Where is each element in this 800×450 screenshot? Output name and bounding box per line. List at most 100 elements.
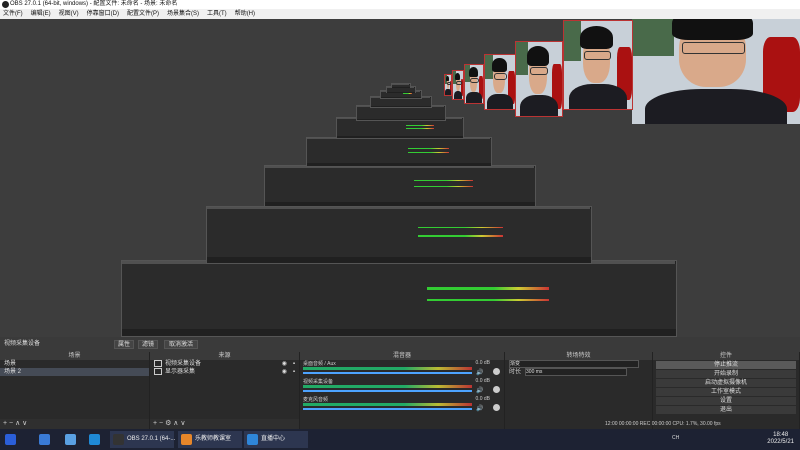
nested-taskbar	[381, 97, 421, 98]
nested-level-meter	[413, 180, 473, 182]
sources-toolbar[interactable]: + − ⚙ ∧ ∨	[150, 419, 299, 429]
webcam-feed	[444, 74, 452, 96]
nested-level-meter	[418, 235, 503, 237]
person-hair	[469, 67, 478, 78]
person-hair	[446, 76, 450, 82]
sources-header: 来源	[150, 352, 299, 360]
volume-slider[interactable]	[303, 372, 472, 374]
taskbar-app[interactable]: OBS 27.0.1 (64-...	[110, 431, 175, 448]
source-name: 视频采集设备	[165, 361, 202, 368]
menu-item[interactable]: 编辑(E)	[31, 11, 51, 17]
mixer-channel: 桌面音频 / Aux 0.0 dB 🔊	[300, 360, 504, 378]
volume-slider[interactable]	[303, 408, 472, 410]
taskbar-app[interactable]	[36, 431, 58, 448]
taskbar-app[interactable]	[2, 431, 30, 448]
person-glasses	[529, 67, 549, 76]
nested-taskbar	[387, 91, 415, 92]
lock-icon[interactable]: ▪	[293, 368, 295, 376]
obs-icon	[113, 434, 124, 445]
dock-area: 场景 场景 场景 2 + − ∧ ∨ 来源 视频采集设备 ◉ ▪ 显示器采集 ◉ ▪ + −…	[0, 352, 800, 429]
transitions-header: 转场特效	[505, 352, 652, 360]
menu-item[interactable]: 工具(T)	[207, 11, 227, 17]
gear-icon[interactable]	[493, 368, 500, 375]
nested-taskbar	[357, 118, 445, 120]
system-clock[interactable]: 18:48 2022/5/21	[767, 432, 794, 446]
speaker-icon[interactable]: 🔊	[476, 405, 484, 412]
gear-icon[interactable]	[493, 386, 500, 393]
taskbar-app-label: 乐教师教课室	[195, 436, 232, 442]
person-hair	[672, 19, 753, 40]
taskbar-app[interactable]: 乐教师教课室	[178, 431, 242, 448]
channel-label: 视频采集设备	[303, 379, 334, 385]
mixer-dock: 混音器 桌面音频 / Aux 0.0 dB 🔊 视频采集设备 0.0 dB 🔊 麦克风音频 0…	[300, 352, 505, 429]
window-title: OBS 27.0.1 (64-bit, windows) - 配置文件: 未命名…	[10, 1, 178, 7]
menu-item[interactable]: 停靠窗口(D)	[87, 11, 119, 17]
camera-icon	[154, 360, 162, 367]
channel-db: 0.0 dB	[475, 360, 490, 366]
sources-dock: 来源 视频采集设备 ◉ ▪ 显示器采集 ◉ ▪ + − ⚙ ∧ ∨	[150, 352, 300, 429]
teacher-app-icon	[181, 434, 192, 445]
menu-item[interactable]: 帮助(H)	[235, 11, 255, 17]
control-button[interactable]: 停止推流	[656, 361, 796, 369]
taskbar-app[interactable]	[86, 431, 108, 448]
channel-db: 0.0 dB	[475, 396, 490, 402]
transition-select[interactable]: 渐变	[505, 360, 652, 368]
webcam-feed	[515, 41, 563, 117]
menu-item[interactable]: 场景集合(S)	[167, 11, 199, 17]
person-shirt	[569, 84, 627, 109]
visibility-eye-icon[interactable]: ◉	[282, 368, 287, 376]
nested-obs-window	[121, 260, 677, 337]
tray-language[interactable]: CH	[672, 435, 679, 441]
background-plant	[632, 19, 674, 56]
transition-type[interactable]: 渐变	[509, 360, 639, 368]
volume-slider[interactable]	[303, 390, 472, 392]
mixer-header: 混音器	[300, 352, 504, 360]
speaker-icon[interactable]: 🔊	[476, 369, 484, 376]
person-shirt	[445, 89, 451, 95]
control-button[interactable]: 开始录制	[656, 370, 796, 378]
person-hair	[527, 46, 550, 66]
taskbar-app[interactable]	[62, 431, 84, 448]
scene-item[interactable]: 场景	[0, 360, 149, 368]
nested-level-meter	[406, 128, 435, 129]
level-meter	[303, 385, 472, 388]
level-meter	[303, 403, 472, 406]
scene-item[interactable]: 场景 2	[0, 368, 149, 376]
window-title-bar: OBS 27.0.1 (64-bit, windows) - 配置文件: 未命名…	[0, 0, 800, 9]
control-button[interactable]: 启动虚拟摄像机	[656, 379, 796, 387]
channel-label: 桌面音频 / Aux	[303, 361, 336, 367]
source-item[interactable]: 显示器采集 ◉ ▪	[150, 368, 299, 376]
webcam-feed	[484, 54, 516, 110]
control-button[interactable]: 工作室模式	[656, 388, 796, 396]
nested-obs-window	[264, 165, 536, 207]
filters-button[interactable]: 滤镜	[138, 340, 158, 349]
scenes-dock: 场景 场景 场景 2 + − ∧ ∨	[0, 352, 150, 429]
gear-icon[interactable]	[493, 404, 500, 411]
menu-item[interactable]: 配置文件(P)	[127, 11, 159, 17]
control-button[interactable]: 退出	[656, 406, 796, 414]
person-hair	[492, 58, 507, 73]
mixer-channel: 麦克风音频 0.0 dB 🔊	[300, 396, 504, 414]
menu-item[interactable]: 文件(F)	[3, 11, 23, 17]
nested-level-meter	[408, 147, 449, 149]
duration-input[interactable]: 300 ms	[525, 368, 628, 376]
taskbar-app[interactable]: 直播中心	[244, 431, 308, 448]
person-shirt	[466, 92, 482, 103]
nested-level-meter	[426, 298, 549, 301]
control-button[interactable]: 设置	[656, 397, 796, 405]
person-glasses	[584, 50, 611, 60]
source-item[interactable]: 视频采集设备 ◉ ▪	[150, 360, 299, 368]
lock-icon[interactable]: ▪	[293, 360, 295, 368]
speaker-icon[interactable]: 🔊	[476, 387, 484, 394]
properties-button[interactable]: 属性	[114, 340, 134, 349]
transitions-dock: 转场特效 渐变 时长 300 ms	[505, 352, 653, 429]
deactivate-button[interactable]: 取消激活	[164, 340, 198, 349]
selected-source-label: 视频采集设备	[4, 341, 41, 347]
controls-header: 控件	[653, 352, 799, 360]
nested-obs-window	[206, 206, 592, 264]
menu-item[interactable]: 视图(V)	[59, 11, 79, 17]
scenes-toolbar[interactable]: + − ∧ ∨	[0, 419, 149, 429]
source-name: 显示器采集	[165, 369, 196, 376]
visibility-eye-icon[interactable]: ◉	[282, 360, 287, 368]
windows-start-icon	[5, 434, 16, 445]
